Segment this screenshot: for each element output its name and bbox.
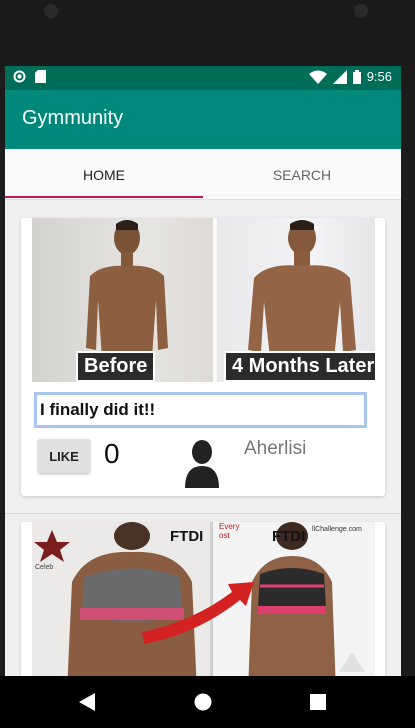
post-card: Before 4 Months Later I finally did it!!… [21, 218, 385, 496]
user-avatar-icon[interactable] [185, 440, 219, 488]
sd-card-icon [35, 70, 46, 83]
after-label: 4 Months Later [224, 351, 375, 382]
app-title: Gymmunity [22, 107, 124, 129]
status-time: 9:56 [366, 69, 392, 84]
post-caption: I finally did it!! [34, 392, 367, 428]
nav-home-button[interactable] [173, 676, 233, 728]
tab-indicator [5, 196, 203, 198]
side-text-left: Celeb [35, 564, 54, 571]
ftdi-logo-text-right: FTDI [272, 528, 306, 545]
like-button[interactable]: LIKE [38, 439, 90, 473]
recents-icon [310, 694, 326, 710]
side-text-right: Every ost [219, 522, 240, 540]
post-photo[interactable]: Before 4 Months Later [32, 218, 375, 382]
feed-divider [5, 513, 401, 514]
app-bar: Gymmunity [5, 90, 401, 149]
app-screen: 9:56 Gymmunity HOME SEARCH Before 4 Mont… [5, 66, 401, 676]
circle-status-icon [13, 70, 26, 83]
status-bar: 9:56 [5, 66, 401, 90]
nav-back-button[interactable] [57, 676, 117, 728]
tab-home[interactable]: HOME [5, 149, 203, 199]
navigation-bar [0, 676, 415, 728]
nav-recents-button[interactable] [288, 676, 348, 728]
post-username[interactable]: Aherlisi [244, 438, 306, 460]
ftdi-logo-text: FTDI [170, 528, 204, 545]
home-icon [194, 693, 212, 711]
speaker-dot [44, 4, 58, 18]
camera-dot [354, 4, 368, 18]
post-card: FTDI FTDI Celeb Every ost llChallenge.co… [21, 522, 385, 676]
transformation-image [32, 522, 375, 676]
post-feed[interactable]: Before 4 Months Later I finally did it!!… [5, 200, 401, 676]
post-photo[interactable]: FTDI FTDI Celeb Every ost llChallenge.co… [32, 522, 375, 676]
tab-search[interactable]: SEARCH [203, 149, 401, 199]
before-label: Before [76, 351, 156, 382]
signal-icon [332, 69, 347, 84]
back-icon [79, 693, 95, 711]
battery-icon [352, 69, 361, 84]
challenge-url-text: llChallenge.com [312, 526, 362, 533]
tab-bar: HOME SEARCH [5, 149, 401, 200]
device-bezel [0, 0, 415, 66]
wifi-icon [308, 70, 327, 84]
like-count: 0 [104, 438, 120, 469]
